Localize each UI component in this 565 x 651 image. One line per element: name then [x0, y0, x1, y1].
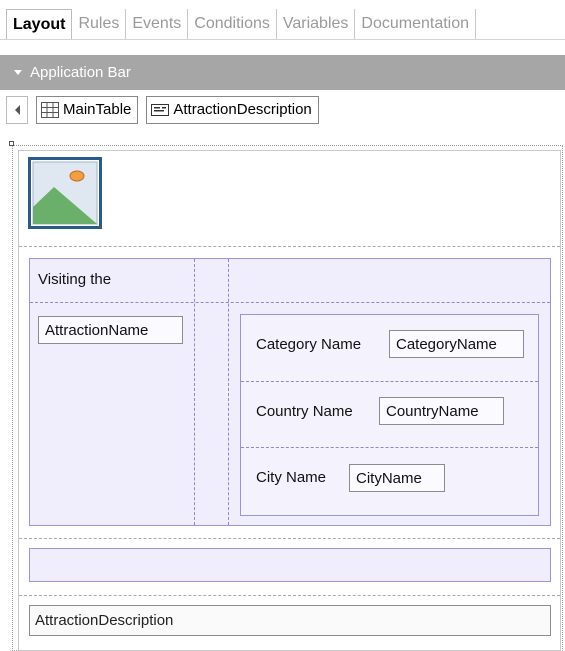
visiting-label: Visiting the [38, 271, 112, 288]
attraction-image[interactable] [28, 157, 102, 229]
tab-rules[interactable]: Rules [72, 9, 127, 39]
city-name-label: City Name [256, 469, 327, 486]
table-row-divider [241, 381, 538, 382]
resize-anchor[interactable] [9, 141, 14, 146]
tab-documentation[interactable]: Documentation [355, 9, 477, 39]
image-placeholder-icon [28, 157, 102, 229]
tab-strip: Layout Rules Events Conditions Variables… [6, 9, 477, 39]
country-name-field[interactable]: CountryName [379, 397, 504, 425]
attraction-description-field[interactable]: AttractionDescription [29, 605, 551, 636]
table-column-divider [228, 259, 229, 525]
tab-variables[interactable]: Variables [277, 9, 356, 39]
empty-table[interactable] [29, 548, 551, 582]
collapse-caret-icon[interactable] [14, 70, 22, 75]
category-name-field[interactable]: CategoryName [389, 330, 524, 358]
category-name-label: Category Name [256, 336, 362, 353]
grid-table-icon [41, 101, 59, 118]
scroll-left-icon[interactable] [6, 95, 28, 124]
city-name-field[interactable]: CityName [349, 464, 445, 492]
tab-conditions[interactable]: Conditions [188, 9, 277, 39]
row-divider [19, 538, 560, 539]
table-column-divider [194, 259, 195, 525]
textblock-icon [151, 103, 170, 116]
breadcrumb-attraction-description-label: AttractionDescription [173, 101, 312, 118]
tab-divider [0, 39, 565, 40]
country-name-label: Country Name [256, 403, 353, 420]
tab-events[interactable]: Events [126, 9, 189, 39]
attraction-name-field[interactable]: AttractionName [38, 316, 183, 344]
breadcrumb-attraction-description[interactable]: AttractionDescription [146, 95, 319, 124]
breadcrumb: MainTable AttractionDescription [6, 93, 319, 126]
tab-layout[interactable]: Layout [6, 9, 73, 39]
breadcrumb-maintable-label: MainTable [63, 101, 132, 118]
application-bar-label: Application Bar [30, 64, 131, 81]
table-row-divider [241, 447, 538, 448]
row-divider [19, 595, 560, 596]
row-divider [19, 246, 560, 247]
application-bar[interactable]: Application Bar [0, 55, 565, 90]
breadcrumb-maintable[interactable]: MainTable [36, 95, 139, 124]
table-row-divider [30, 302, 550, 303]
